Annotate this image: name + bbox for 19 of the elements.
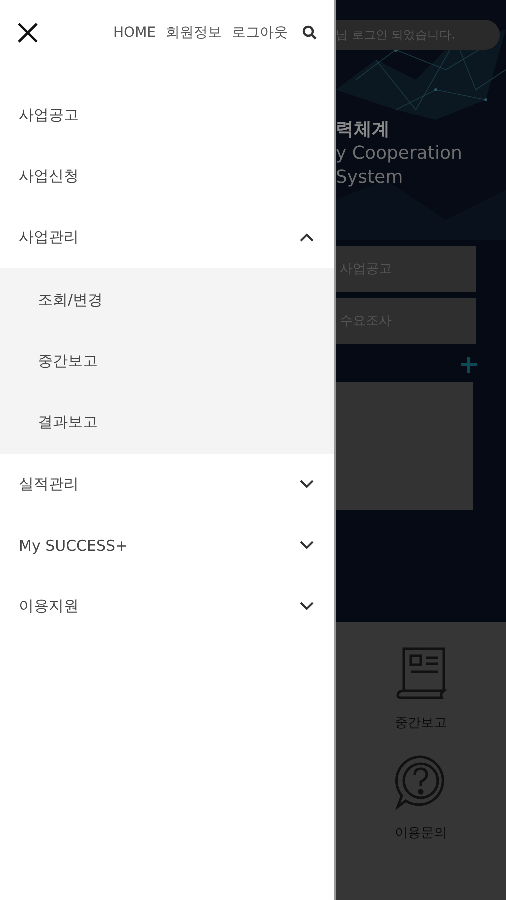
- submenu-item[interactable]: 조회/변경: [0, 270, 334, 331]
- menu-item[interactable]: 이용지원: [0, 576, 334, 637]
- top-link[interactable]: 회원정보: [166, 24, 222, 42]
- menu-item[interactable]: 사업신청: [0, 146, 334, 207]
- plus-icon: [460, 356, 478, 374]
- menu-item[interactable]: My SUCCESS+: [0, 515, 334, 576]
- top-link[interactable]: 로그아웃: [232, 24, 288, 42]
- document-icon: [394, 646, 448, 700]
- hero-title: y Cooperation: [336, 142, 464, 166]
- submenu-item[interactable]: 결과보고: [0, 392, 334, 453]
- hero-title: System: [336, 166, 404, 190]
- menu-item[interactable]: 사업관리: [0, 207, 334, 268]
- hero-title: 력체계: [336, 118, 391, 142]
- close-button[interactable]: [16, 21, 40, 45]
- top-link[interactable]: HOME: [114, 25, 156, 41]
- submenu-item[interactable]: 중간보고: [0, 331, 334, 392]
- menu-item[interactable]: 실적관리: [0, 454, 334, 515]
- menu-item[interactable]: 사업공고: [0, 85, 334, 146]
- search-button[interactable]: [302, 25, 318, 41]
